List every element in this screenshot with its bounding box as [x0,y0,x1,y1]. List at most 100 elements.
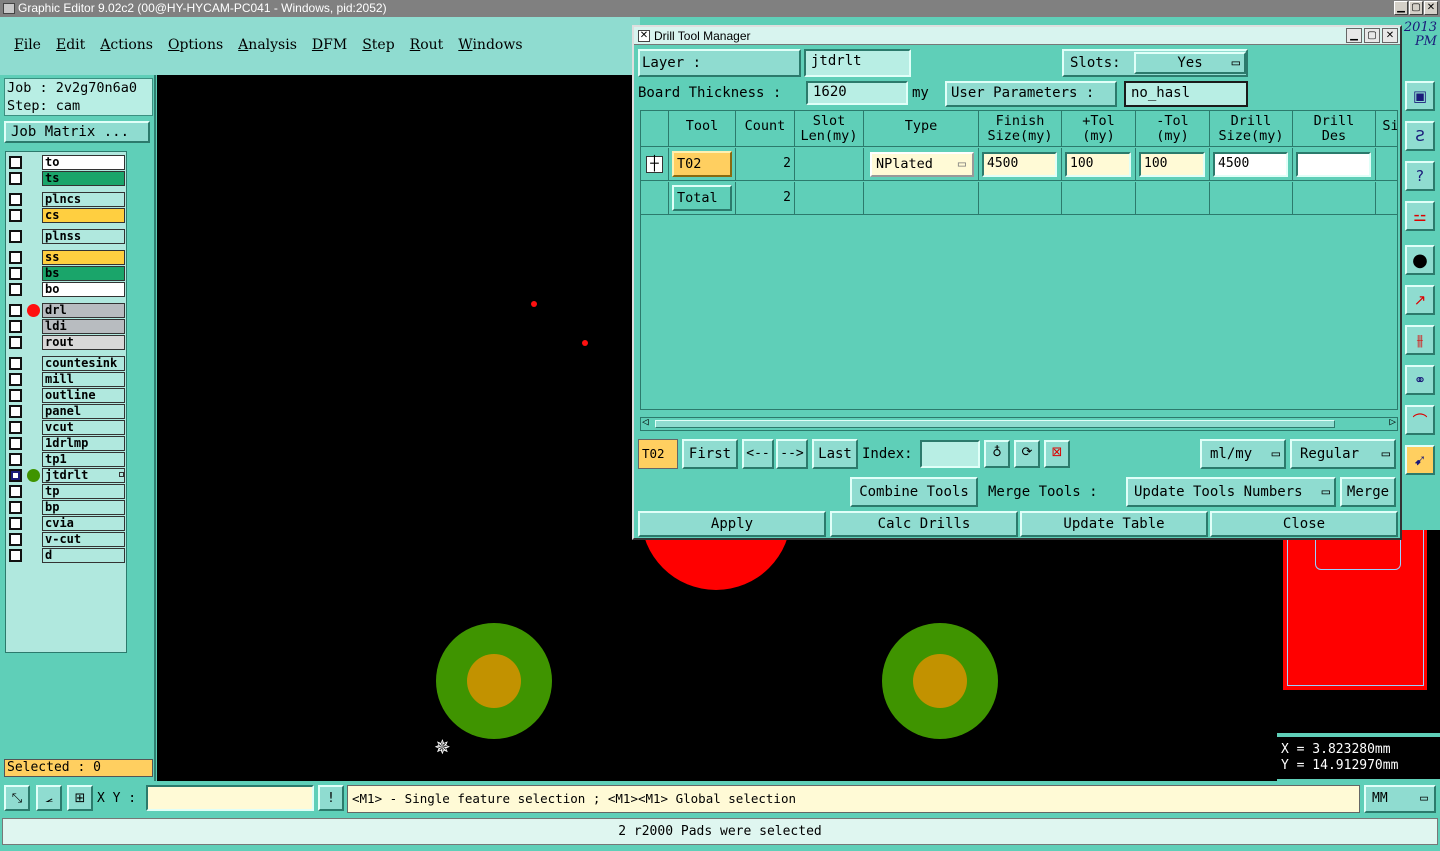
layer-row[interactable]: outline [7,388,127,403]
calc-drills-button[interactable]: Calc Drills [830,511,1018,537]
cell-input-mtol[interactable]: 100 [1139,152,1205,177]
menu-options[interactable]: Options [168,37,223,53]
index-input[interactable] [920,440,980,468]
layer-checkbox[interactable] [9,485,22,498]
layer-row[interactable]: plncs [7,192,127,207]
selected-pad[interactable] [882,623,998,739]
layer-checkbox[interactable] [9,549,22,562]
layer-checkbox[interactable] [9,193,22,206]
measure-icon[interactable]: ⦟ [36,785,62,811]
layer-row[interactable]: to [7,155,127,170]
shapes-icon[interactable]: ⚭ [1405,365,1435,395]
last-button[interactable]: Last [812,439,858,469]
layer-checkbox[interactable] [9,469,22,482]
layer-name[interactable]: bp [42,500,125,515]
layer-name[interactable]: ts [42,171,125,186]
layer-row[interactable]: 1drlmp [7,436,127,451]
dialog-maximize-button[interactable]: ▢ [1364,28,1380,43]
minimize-button[interactable]: ▁ [1394,1,1408,15]
layer-row[interactable]: plnss [7,229,127,244]
layer-name[interactable]: 1drlmp [42,436,125,451]
layer-checkbox[interactable] [9,304,22,317]
layer-checkbox[interactable] [9,267,22,280]
layer-row[interactable]: ldi [7,319,127,334]
layer-row[interactable]: ts [7,171,127,186]
menu-step[interactable]: Step [362,37,394,53]
cell-ptol[interactable]: 100 [1062,148,1136,181]
layer-checkbox[interactable] [9,533,22,546]
layer-row[interactable]: rout [7,335,127,350]
expand-icon[interactable]: ┼ [646,156,663,173]
layer-row[interactable]: countesink [7,356,127,371]
menu-edit[interactable]: Edit [56,37,85,53]
layer-checkbox[interactable] [9,156,22,169]
pointer-icon[interactable]: ➹ [1405,445,1435,475]
tool-button[interactable]: T02 [672,151,732,177]
layer-checkbox[interactable] [9,389,22,402]
layer-row[interactable]: cvia [7,516,127,531]
layer-name[interactable]: outline [42,388,125,403]
layer-checkbox[interactable] [9,501,22,514]
layer-name[interactable]: ldi [42,319,125,334]
thickness-input[interactable]: 1620 [806,81,908,105]
layer-name[interactable]: vcut [42,420,125,435]
layer-row[interactable]: panel [7,404,127,419]
layer-row[interactable]: bs [7,266,127,281]
layer-name[interactable]: jtdrlt [42,468,125,483]
job-matrix-button[interactable]: Job Matrix ... [4,121,150,143]
layer-checkbox[interactable] [9,421,22,434]
grid-icon[interactable]: ⊞ [67,785,93,811]
help-icon[interactable]: ? [1405,161,1435,191]
alert-icon[interactable]: ! [318,785,344,811]
user-parameters-field[interactable]: no_hasl [1124,81,1248,107]
layer-row[interactable]: bp [7,500,127,515]
row-select[interactable]: ┼ [641,148,669,181]
layer-name[interactable]: rout [42,335,125,350]
layer-name[interactable]: plncs [42,192,125,207]
units-select-dialog[interactable]: ml/my ▭ [1200,439,1286,469]
mode-select[interactable]: Regular ▭ [1290,439,1396,469]
layer-name[interactable]: d [42,548,125,563]
layout-icon[interactable]: ▣ [1405,81,1435,111]
layer-row[interactable]: v-cut [7,532,127,547]
delete-icon[interactable]: ⊠ [1044,440,1070,468]
dialog-close-button[interactable]: ✕ [1382,28,1398,43]
selected-pad[interactable] [436,623,552,739]
cell-finish[interactable]: 4500 [979,148,1062,181]
feature-icon[interactable]: ⫵ [1405,325,1435,355]
layer-name[interactable]: ss [42,250,125,265]
layer-name[interactable]: panel [42,404,125,419]
layer-checkbox[interactable] [9,283,22,296]
close-dialog-button[interactable]: Close [1210,511,1398,537]
layer-checkbox[interactable] [9,320,22,333]
cell-mtol[interactable]: 100 [1136,148,1210,181]
layer-name[interactable]: cs [42,208,125,223]
layer-row[interactable]: drl [7,303,127,318]
dialog-minimize-button[interactable]: ▁ [1346,28,1362,43]
layer-row[interactable]: vcut [7,420,127,435]
layer-row[interactable]: cs [7,208,127,223]
layer-row[interactable]: d [7,548,127,563]
layer-row[interactable]: bo [7,282,127,297]
layer-row[interactable]: tp1 [7,452,127,467]
layer-checkbox[interactable] [9,357,22,370]
type-select[interactable]: NPlated ▭ [870,152,974,177]
dialog-close-icon[interactable]: ✕ [638,30,650,42]
horizontal-scrollbar[interactable]: ◁ ▷ [640,415,1398,431]
layer-name[interactable]: drl [42,303,125,318]
cell-input-des[interactable] [1296,152,1371,177]
scroll-left-icon[interactable]: ◁ [642,415,649,428]
layer-checkbox[interactable] [9,453,22,466]
prev-button[interactable]: <-- [742,439,774,469]
close-button[interactable]: ✕ [1424,1,1438,15]
layer-name[interactable]: v-cut [42,532,125,547]
layer-checkbox[interactable] [9,517,22,530]
cell-input-ptol[interactable]: 100 [1065,152,1131,177]
layer-row[interactable]: tp [7,484,127,499]
layer-row[interactable]: ss [7,250,127,265]
layer-name[interactable]: countesink [42,356,125,371]
layer-checkbox[interactable] [9,209,22,222]
xy-input[interactable] [146,785,314,811]
menu-file[interactable]: File [14,37,41,53]
layer-name[interactable]: tp1 [42,452,125,467]
